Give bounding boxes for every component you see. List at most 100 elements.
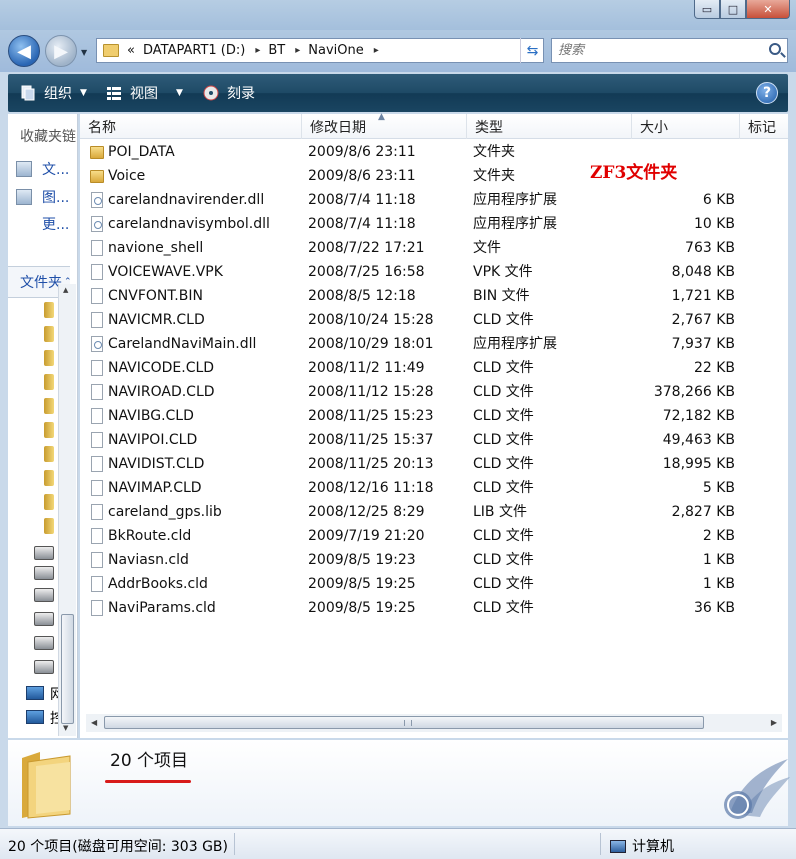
file-row[interactable]: navione_shell 2008/7/22 17:21 文件 763 KB (80, 236, 788, 260)
minimize-button[interactable]: ▭ (694, 0, 720, 19)
file-row[interactable]: POI_DATA 2009/8/6 23:11 文件夹 (80, 140, 788, 164)
horizontal-scrollbar-thumb[interactable] (104, 716, 704, 729)
breadcrumb-separator-icon[interactable]: ▸ (295, 45, 300, 56)
refresh-icon[interactable]: ⇆ (520, 38, 544, 63)
scroll-up-icon[interactable]: ▲ (63, 286, 68, 294)
drive-icon[interactable] (34, 546, 54, 560)
tree-folder-icon[interactable] (44, 470, 54, 486)
tree-folder-icon[interactable] (44, 518, 54, 534)
favorite-link-documents[interactable]: 文... (16, 158, 69, 180)
file-icon (91, 264, 103, 280)
file-row[interactable]: CNVFONT.BIN 2008/8/5 12:18 BIN 文件 1,721 KB (80, 284, 788, 308)
drive-icon[interactable] (34, 636, 54, 650)
column-header-name[interactable]: 名称 (80, 114, 302, 139)
file-row[interactable]: BkRoute.cld 2009/7/19 21:20 CLD 文件 2 KB (80, 524, 788, 548)
scroll-left-icon[interactable]: ◀ (91, 718, 97, 727)
tree-scrollbar[interactable]: ▲ ▼ (58, 284, 76, 736)
file-size: 22 KB (693, 360, 735, 376)
breadcrumb-drive[interactable]: DATAPART1 (D:) (143, 43, 245, 58)
tree-folder-icon[interactable] (44, 422, 54, 438)
recent-pages-dropdown-icon[interactable]: ▼ (81, 48, 87, 57)
status-bar: 20 个项目(磁盘可用空间: 303 GB) 计算机 (0, 828, 796, 859)
file-icon (91, 288, 103, 304)
file-date: 2008/7/25 16:58 (308, 264, 425, 280)
tree-folder-icon[interactable] (44, 374, 54, 390)
forward-button[interactable]: ▶ (45, 35, 77, 67)
breadcrumb-navione[interactable]: NaviOne (308, 43, 363, 58)
control-panel-icon[interactable] (26, 710, 44, 724)
file-type: 应用程序扩展 (473, 192, 557, 208)
file-row[interactable]: Voice 2009/8/6 23:11 文件夹 (80, 164, 788, 188)
file-size: 36 KB (693, 600, 735, 616)
tree-folder-icon[interactable] (44, 350, 54, 366)
drive-icon[interactable] (34, 660, 54, 674)
window-controls: ▭ □ ✕ (694, 0, 790, 19)
help-icon[interactable]: ? (756, 82, 778, 104)
drive-icon[interactable] (34, 588, 54, 602)
file-name: carelandnavirender.dll (108, 192, 265, 208)
file-row[interactable]: carelandnavisymbol.dll 2008/7/4 11:18 应用程序… (80, 212, 788, 236)
favorite-link-label: 图... (42, 190, 70, 206)
address-overflow-chevron[interactable]: « (127, 43, 135, 58)
file-icon (91, 552, 103, 568)
tree-folder-icon[interactable] (44, 302, 54, 318)
file-row[interactable]: NAVIDIST.CLD 2008/11/25 20:13 CLD 文件 18,995… (80, 452, 788, 476)
file-name: Voice (108, 168, 146, 184)
file-size: 5 KB (702, 480, 735, 496)
file-type: CLD 文件 (473, 384, 534, 400)
drive-icon[interactable] (34, 612, 54, 626)
tree-folder-icon[interactable] (44, 398, 54, 414)
search-input[interactable] (552, 39, 752, 62)
favorite-link-more[interactable]: 更... (16, 213, 69, 235)
close-button[interactable]: ✕ (746, 0, 790, 19)
maximize-button[interactable]: □ (720, 0, 746, 19)
drive-icon[interactable] (34, 566, 54, 580)
tree-folder-icon[interactable] (44, 326, 54, 342)
file-row[interactable]: carelandnavirender.dll 2008/7/4 11:18 应用程序… (80, 188, 788, 212)
tree-scrollbar-thumb[interactable] (61, 614, 74, 724)
file-size: 2,827 KB (671, 504, 735, 520)
breadcrumb-separator-icon[interactable]: ▸ (374, 45, 379, 56)
column-header-tags[interactable]: 标记 (740, 114, 788, 139)
file-date: 2008/7/4 11:18 (308, 216, 416, 232)
back-button[interactable]: ◀ (8, 35, 40, 67)
file-row[interactable]: NAVIPOI.CLD 2008/11/25 15:37 CLD 文件 49,463 … (80, 428, 788, 452)
network-icon[interactable] (26, 686, 44, 700)
dll-icon (91, 336, 103, 352)
scroll-down-icon[interactable]: ▼ (63, 724, 68, 732)
file-row[interactable]: VOICEWAVE.VPK 2008/7/25 16:58 VPK 文件 8,048 … (80, 260, 788, 284)
file-row[interactable]: careland_gps.lib 2008/12/25 8:29 LIB 文件 2,8… (80, 500, 788, 524)
tree-folder-icon[interactable] (44, 446, 54, 462)
burn-button[interactable]: 刻录 (203, 83, 255, 103)
file-type: CLD 文件 (473, 576, 534, 592)
favorite-link-pictures[interactable]: 图... (16, 186, 69, 208)
file-date: 2008/10/29 18:01 (308, 336, 434, 352)
views-menu[interactable]: 视图 ▼ (106, 83, 183, 103)
organize-menu[interactable]: 组织 ▼ (20, 83, 87, 103)
chevron-down-icon: ▼ (176, 88, 183, 98)
file-row[interactable]: NAVIBG.CLD 2008/11/25 15:23 CLD 文件 72,182 K… (80, 404, 788, 428)
file-row[interactable]: NAVICMR.CLD 2008/10/24 15:28 CLD 文件 2,767 K… (80, 308, 788, 332)
scroll-right-icon[interactable]: ▶ (771, 718, 777, 727)
breadcrumb-bt[interactable]: BT (268, 43, 285, 58)
file-type: CLD 文件 (473, 432, 534, 448)
file-row[interactable]: NAVIMAP.CLD 2008/12/16 11:18 CLD 文件 5 KB (80, 476, 788, 500)
column-header-size[interactable]: 大小 (632, 114, 740, 139)
search-icon[interactable] (769, 43, 781, 55)
search-box[interactable] (551, 38, 788, 63)
file-row[interactable]: NaviParams.cld 2009/8/5 19:25 CLD 文件 36 KB (80, 596, 788, 620)
column-header-type[interactable]: 类型 (467, 114, 632, 139)
file-row[interactable]: NAVICODE.CLD 2008/11/2 11:49 CLD 文件 22 KB (80, 356, 788, 380)
file-row[interactable]: Naviasn.cld 2009/8/5 19:23 CLD 文件 1 KB (80, 548, 788, 572)
file-name: NAVIROAD.CLD (108, 384, 215, 400)
horizontal-scrollbar[interactable]: ◀ ▶ (86, 714, 782, 732)
file-name: CNVFONT.BIN (108, 288, 203, 304)
file-row[interactable]: CarelandNaviMain.dll 2008/10/29 18:01 应用程序… (80, 332, 788, 356)
address-bar[interactable]: « DATAPART1 (D:) ▸ BT ▸ NaviOne ▸ (96, 38, 544, 63)
breadcrumb-separator-icon[interactable]: ▸ (255, 45, 260, 56)
status-divider (234, 833, 235, 855)
tree-folder-icon[interactable] (44, 494, 54, 510)
file-row[interactable]: AddrBooks.cld 2009/8/5 19:25 CLD 文件 1 KB (80, 572, 788, 596)
file-size: 2 KB (702, 528, 735, 544)
file-row[interactable]: NAVIROAD.CLD 2008/11/12 15:28 CLD 文件 378,26… (80, 380, 788, 404)
